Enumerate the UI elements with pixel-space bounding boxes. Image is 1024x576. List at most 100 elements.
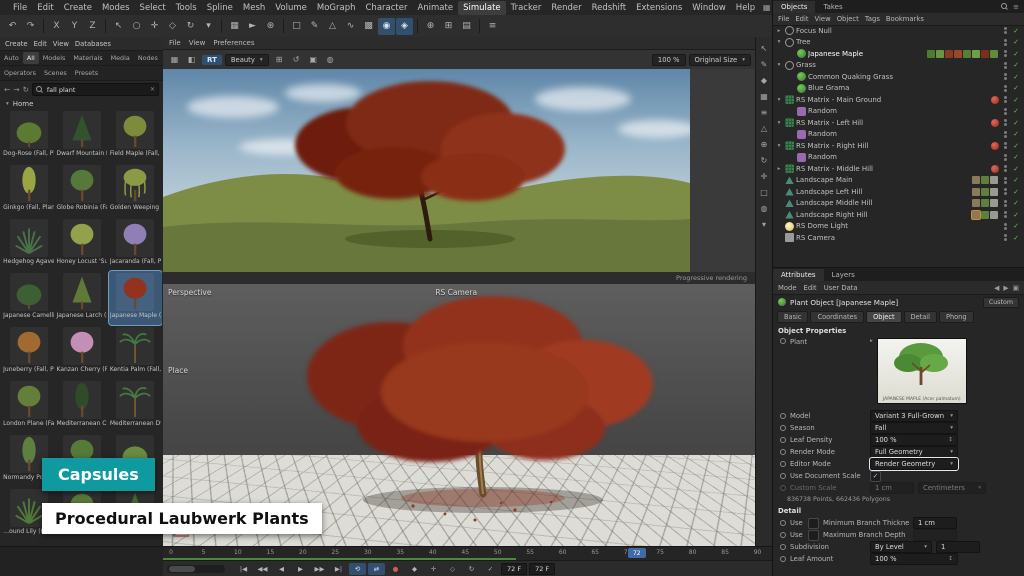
redo-button[interactable]: ↷: [22, 18, 39, 35]
visibility-dots[interactable]: [1004, 62, 1007, 69]
material-tag-icon[interactable]: [990, 50, 998, 58]
enabled-check-icon[interactable]: ✓: [1011, 84, 1021, 92]
enabled-check-icon[interactable]: ✓: [1011, 153, 1021, 161]
volume-menu-button[interactable]: ▩: [360, 18, 377, 35]
material-tag-icon[interactable]: [963, 50, 971, 58]
editor-mode-select[interactable]: Render Geometry▾: [870, 458, 958, 470]
lock-x-button[interactable]: X: [48, 18, 65, 35]
asset-item-dog-rose-fall-plant[interactable]: Dog-Rose (Fall, Plant): [2, 109, 55, 163]
workplane-mode-button[interactable]: ▤: [458, 18, 475, 35]
redshift-tag-icon[interactable]: [991, 119, 999, 127]
move-tool-button[interactable]: ✛: [146, 18, 163, 35]
enabled-check-icon[interactable]: ✓: [1011, 96, 1021, 104]
asset-item-japanese-camellia-fa[interactable]: Japanese Camellia (Fa…: [2, 271, 55, 325]
undo-button[interactable]: ↶: [4, 18, 21, 35]
material-tag-icon[interactable]: [972, 50, 980, 58]
menu-animate[interactable]: Animate: [412, 1, 458, 15]
clear-search-icon[interactable]: ✕: [150, 86, 155, 93]
enabled-check-icon[interactable]: ✓: [1011, 188, 1021, 196]
asset-item-juneberry-fall-plant[interactable]: Juneberry (Fall, Plant): [2, 325, 55, 379]
asset-item-japanese-maple-fall[interactable]: Japanese Maple (Fall, …: [109, 271, 162, 325]
material-tag-icon[interactable]: [990, 176, 998, 184]
enabled-check-icon[interactable]: ✓: [1011, 130, 1021, 138]
object-row-rs-matrix-main-ground[interactable]: ▾RS Matrix - Main Ground✓: [773, 94, 1024, 106]
enabled-check-icon[interactable]: ✓: [1011, 234, 1021, 242]
material-tag-icon[interactable]: [990, 211, 998, 219]
rendered-image[interactable]: [163, 69, 690, 272]
object-row-tree[interactable]: ▾Tree✓: [773, 37, 1024, 49]
menu-simulate[interactable]: Simulate: [458, 1, 506, 15]
om-menu-file[interactable]: File: [778, 15, 789, 23]
ping-pong-button[interactable]: ⇄: [368, 563, 385, 575]
tab-attributes[interactable]: Attributes: [773, 269, 824, 281]
enabled-check-icon[interactable]: ✓: [1011, 142, 1021, 150]
material-tag-icon[interactable]: [972, 188, 980, 196]
at-mode-edit[interactable]: Edit: [804, 284, 817, 292]
max-branch-checkbox[interactable]: [808, 530, 819, 541]
fields-menu-button[interactable]: ∿: [342, 18, 359, 35]
viewport-filter-icon[interactable]: ◍: [758, 202, 771, 214]
ab-tab-materials[interactable]: Materials: [69, 52, 106, 64]
record-keyframe-button[interactable]: ◆: [406, 563, 423, 575]
enabled-check-icon[interactable]: ✓: [1011, 176, 1021, 184]
history-forward-icon[interactable]: ▶: [1003, 284, 1008, 292]
season-select[interactable]: Fall▾: [870, 422, 958, 434]
search-icon[interactable]: [1001, 3, 1009, 11]
record-rotation-button[interactable]: ↻: [463, 563, 480, 575]
material-tag-icon[interactable]: [972, 211, 980, 219]
visibility-dots[interactable]: [1004, 211, 1007, 218]
visibility-dots[interactable]: [1004, 119, 1007, 126]
ab-tab-operators[interactable]: Operators: [0, 67, 40, 79]
material-tag-icon[interactable]: [954, 50, 962, 58]
subdivision-select[interactable]: By Level▾: [870, 541, 932, 553]
expand-arrow-icon[interactable]: ▸: [775, 166, 783, 172]
model-mode-icon[interactable]: △: [758, 122, 771, 134]
object-row-rs-matrix-right-hill[interactable]: ▾RS Matrix - Right Hill✓: [773, 140, 1024, 152]
render-mode-select[interactable]: Full Geometry▾: [870, 446, 958, 458]
plant-preview[interactable]: JAPANESE MAPLE (Acer palmatum): [877, 338, 967, 404]
timeline-ruler[interactable]: 05101520253035404550556065707580859072: [163, 547, 772, 561]
attr-tab-phong[interactable]: Phong: [939, 311, 974, 323]
visibility-dots[interactable]: [1004, 85, 1007, 92]
at-mode-mode[interactable]: Mode: [778, 284, 797, 292]
lock-y-button[interactable]: Y: [66, 18, 83, 35]
menu-select[interactable]: Select: [135, 1, 171, 15]
menu-help[interactable]: Help: [731, 1, 760, 15]
menu-tools[interactable]: Tools: [171, 1, 202, 15]
min-branch-field[interactable]: 1 cm: [913, 517, 957, 529]
visibility-dots[interactable]: [1004, 142, 1007, 149]
redshift-tag-icon[interactable]: [991, 165, 999, 173]
subdivision-level-field[interactable]: 1: [936, 541, 980, 553]
simulate-menu-button[interactable]: ◉: [378, 18, 395, 35]
asset-item-dwarf-mountain-pine-f[interactable]: Dwarf Mountain Pine (F…: [55, 109, 108, 163]
enabled-check-icon[interactable]: ✓: [1011, 199, 1021, 207]
custom-button[interactable]: Custom: [983, 297, 1019, 308]
expand-arrow-icon[interactable]: ▾: [775, 143, 783, 149]
ab-menu-databases[interactable]: Databases: [75, 40, 111, 48]
asset-item-globe-robinia-fall-pl[interactable]: Globe Robinia (Fall, Pl…: [55, 163, 108, 217]
visibility-dots[interactable]: [1004, 234, 1007, 241]
object-row-grass[interactable]: ▾Grass✓: [773, 60, 1024, 72]
asset-item-kentia-palm-fall-plant[interactable]: Kentia Palm (Fall, Plant): [109, 325, 162, 379]
render-settings-button[interactable]: ⊛: [262, 18, 279, 35]
menu-mesh[interactable]: Mesh: [238, 1, 270, 15]
previous-frame-button[interactable]: ◀: [273, 563, 290, 575]
grid-toggle-button[interactable]: ⊞: [440, 18, 457, 35]
min-branch-checkbox[interactable]: [808, 518, 819, 529]
primitive-cube-button[interactable]: □: [288, 18, 305, 35]
nav-up-icon[interactable]: ↻: [23, 85, 29, 94]
visibility-dots[interactable]: [1004, 223, 1007, 230]
expand-arrow-icon[interactable]: ▾: [775, 39, 783, 45]
object-row-landscape-left-hill[interactable]: Landscape Left Hill✓: [773, 186, 1024, 198]
size-mode-select[interactable]: Original Size ▾: [689, 54, 751, 66]
menu-extensions[interactable]: Extensions: [631, 1, 687, 15]
next-frame-button[interactable]: ▶▶: [311, 563, 328, 575]
previous-key-button[interactable]: ◀◀: [254, 563, 271, 575]
enabled-check-icon[interactable]: ✓: [1011, 107, 1021, 115]
enabled-check-icon[interactable]: ✓: [1011, 222, 1021, 230]
op-tab-takes[interactable]: Takes: [815, 1, 850, 13]
om-menu-bookmarks[interactable]: Bookmarks: [886, 15, 924, 23]
lock-z-button[interactable]: Z: [84, 18, 101, 35]
rv-snapshot-icon[interactable]: ▦: [167, 53, 182, 67]
scale-tool-button[interactable]: ◇: [164, 18, 181, 35]
